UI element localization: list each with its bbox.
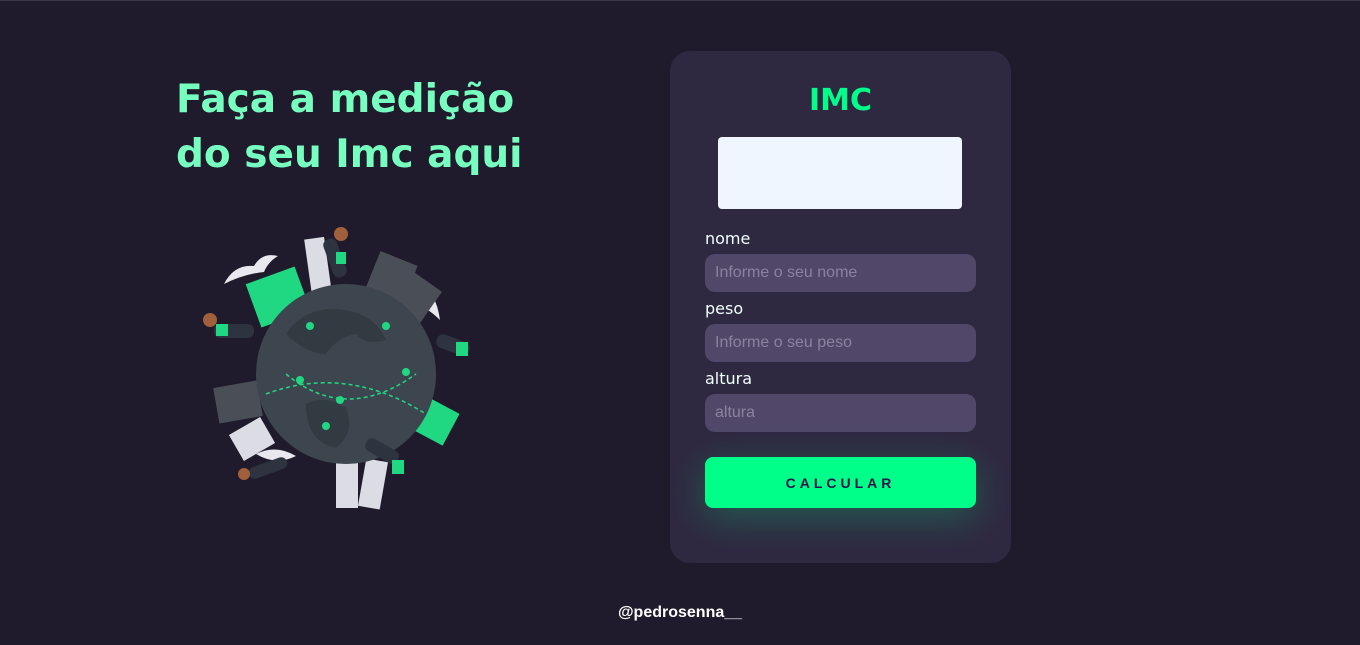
card-title: IMC (808, 83, 873, 118)
calculate-button[interactable]: CALCULAR (705, 457, 976, 508)
weight-input[interactable] (705, 324, 976, 362)
footer-credit: @pedrosenna__ (617, 604, 743, 621)
page-title: Faça a medição do seu Imc aqui (176, 77, 523, 177)
top-border (0, 0, 1360, 1)
result-display (718, 137, 962, 209)
height-label: altura (705, 369, 753, 388)
globe-illustration (203, 227, 470, 510)
weight-label: peso (705, 299, 744, 318)
name-input[interactable] (705, 254, 976, 292)
height-input[interactable] (705, 394, 976, 432)
name-label: nome (705, 229, 751, 248)
